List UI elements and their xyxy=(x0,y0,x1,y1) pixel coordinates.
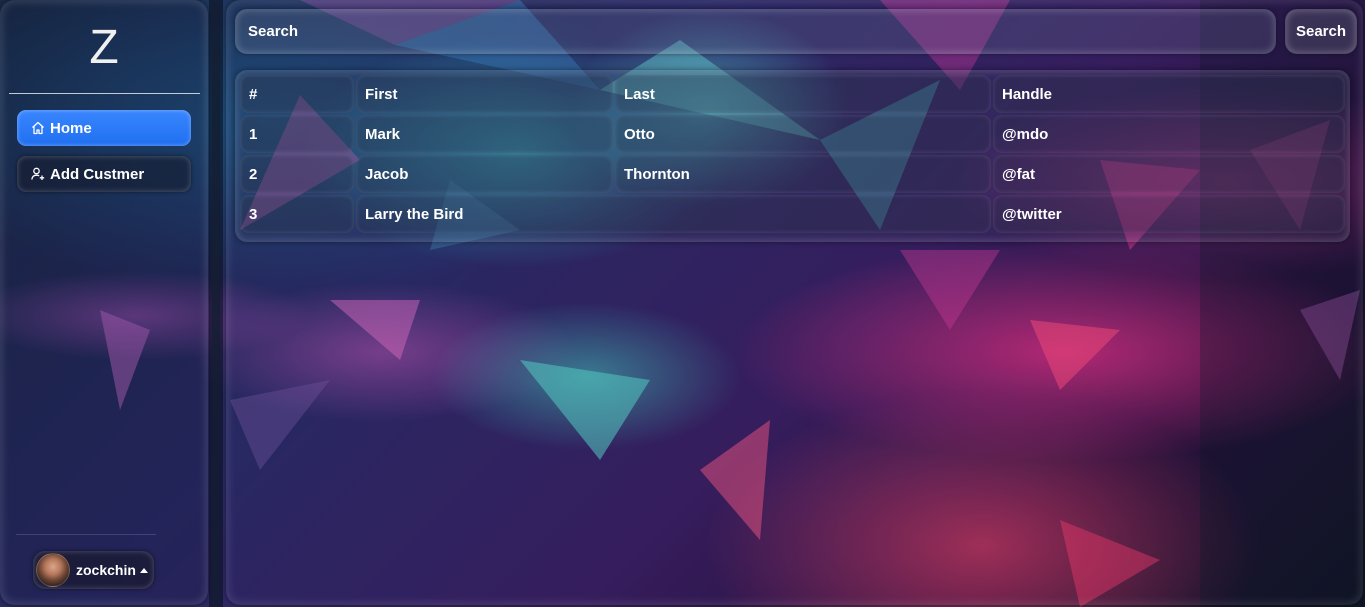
cell-number: 1 xyxy=(240,115,354,153)
search-button[interactable]: Search xyxy=(1285,9,1357,54)
nav-add-customer-button[interactable]: Add Custmer xyxy=(17,156,191,192)
customer-table-container: # First Last Handle 1 Mark Otto @mdo 2 J… xyxy=(235,70,1350,242)
caret-up-icon xyxy=(139,567,148,573)
cell-handle: @fat xyxy=(993,155,1345,193)
sidebar-scrollbar[interactable] xyxy=(209,0,223,607)
table-row: 1 Mark Otto @mdo xyxy=(240,115,1345,153)
column-header-first: First xyxy=(356,75,613,113)
cell-handle: @mdo xyxy=(993,115,1345,153)
app-logo[interactable]: Z xyxy=(0,22,208,74)
cell-number: 3 xyxy=(240,195,354,233)
home-icon xyxy=(32,121,44,135)
table-row: 3 Larry the Bird @twitter xyxy=(240,195,1345,233)
cell-handle: @twitter xyxy=(993,195,1345,233)
user-name: zockchin xyxy=(76,562,136,578)
cell-last: Thornton xyxy=(615,155,991,193)
customer-table: # First Last Handle 1 Mark Otto @mdo 2 J… xyxy=(238,73,1347,235)
column-header-number: # xyxy=(240,75,354,113)
avatar xyxy=(36,553,70,587)
cell-first-last: Larry the Bird xyxy=(356,195,991,233)
nav-home-label: Home xyxy=(50,119,92,137)
sidebar-bottom-divider xyxy=(16,534,156,535)
cell-last: Otto xyxy=(615,115,991,153)
nav-home-button[interactable]: Home xyxy=(17,110,191,146)
cell-first: Jacob xyxy=(356,155,613,193)
cell-number: 2 xyxy=(240,155,354,193)
cell-first: Mark xyxy=(356,115,613,153)
nav-add-customer-label: Add Custmer xyxy=(50,165,145,183)
scrollbar-thumb[interactable] xyxy=(212,2,220,604)
table-header-row: # First Last Handle xyxy=(240,75,1345,113)
column-header-handle: Handle xyxy=(993,75,1345,113)
column-header-last: Last xyxy=(615,75,991,113)
search-input[interactable] xyxy=(235,9,1276,54)
add-user-icon xyxy=(31,167,45,180)
logo-divider xyxy=(9,93,200,94)
sidebar xyxy=(0,0,208,605)
user-menu-button[interactable]: zockchin xyxy=(33,551,154,589)
table-row: 2 Jacob Thornton @fat xyxy=(240,155,1345,193)
